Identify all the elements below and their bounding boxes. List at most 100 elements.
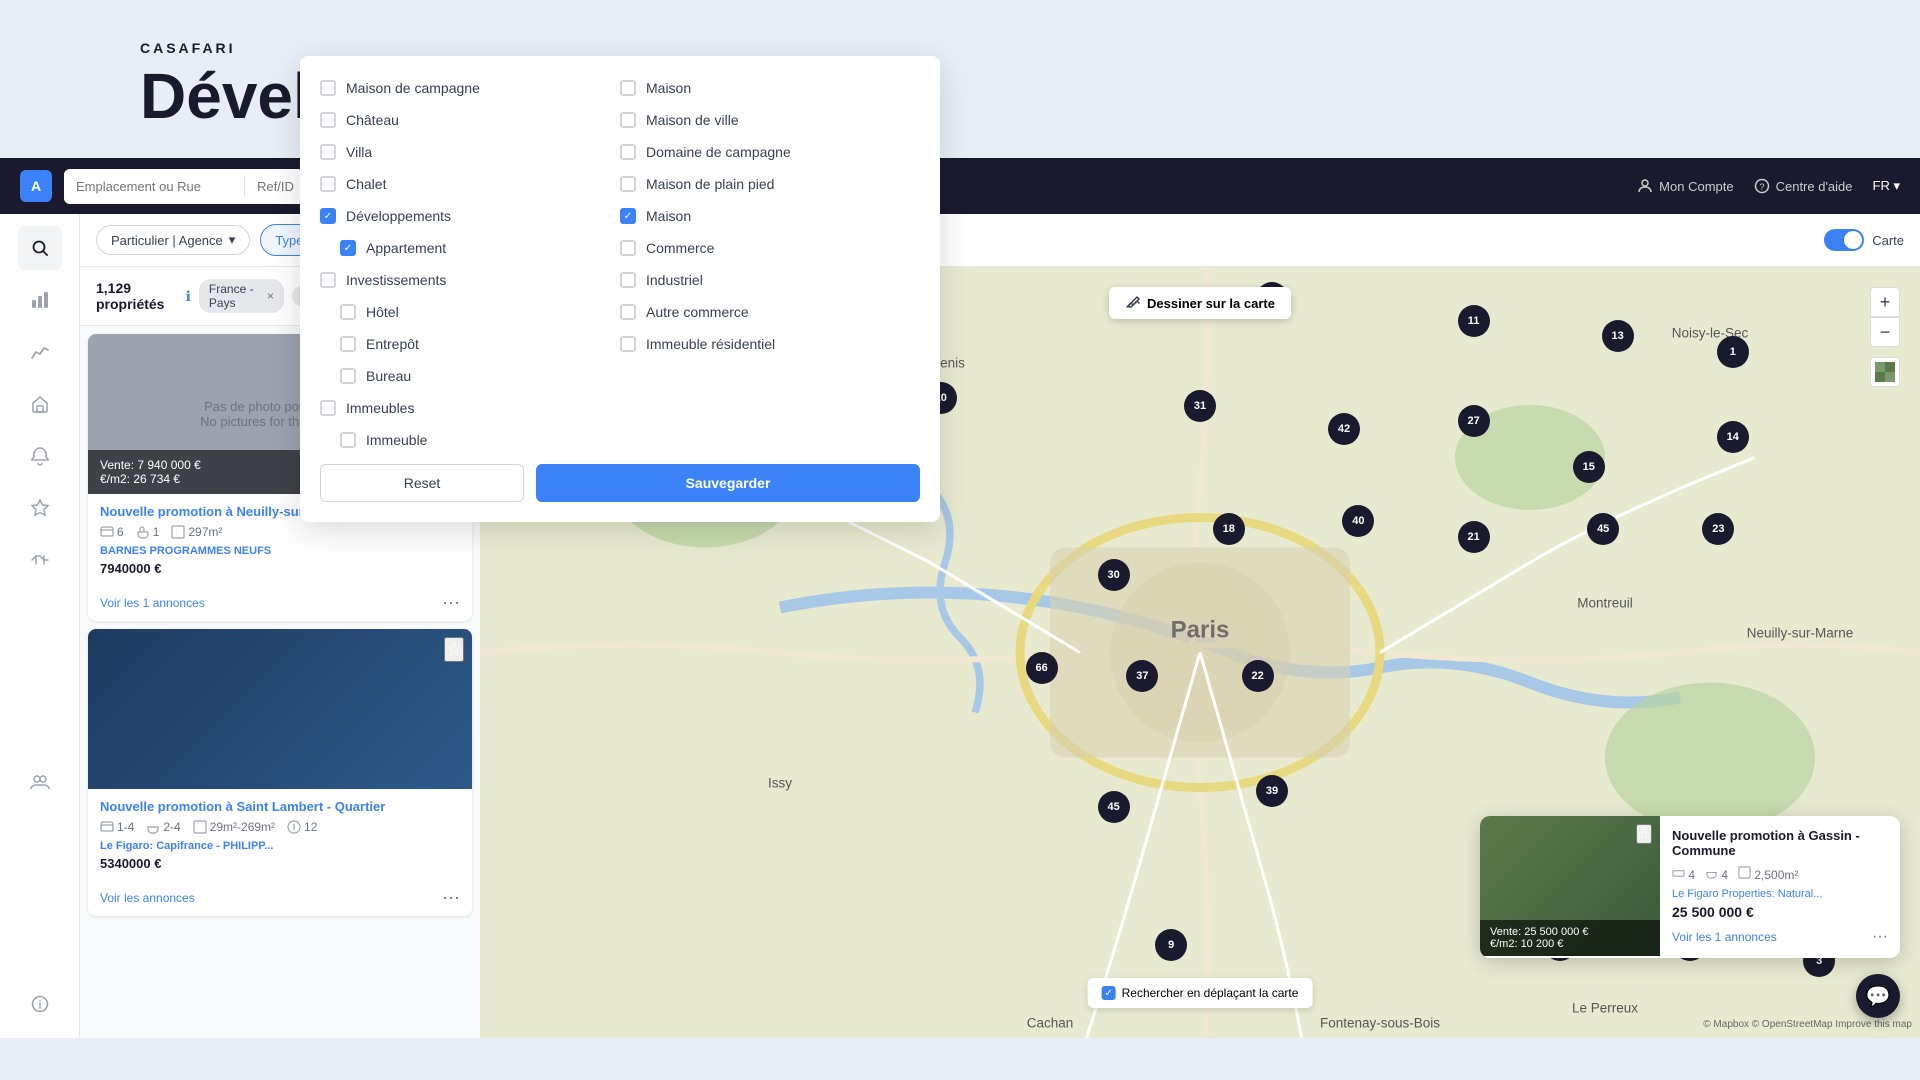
location-search-input[interactable] [64,171,244,202]
map-marker-13[interactable]: 13 [1602,320,1634,352]
sidebar-item-users[interactable] [18,760,62,804]
sidebar-item-handshake[interactable] [18,538,62,582]
svg-text:Cachan: Cachan [1027,1016,1074,1031]
dd-item-immeuble[interactable]: Immeuble [320,428,620,452]
zoom-out-button[interactable]: − [1870,317,1900,347]
draw-on-map-button[interactable]: Dessiner sur la carte [1109,287,1291,319]
help-link[interactable]: ? Centre d'aide [1754,178,1853,194]
dd-checkbox-plain-pied[interactable] [620,176,636,192]
sidebar-item-bell[interactable] [18,434,62,478]
dd-item-plain-pied[interactable]: Maison de plain pied [620,172,920,196]
dd-item-maison-checked[interactable]: ✓ Maison [620,204,920,228]
search-while-moving-checkbox[interactable]: ✓ [1102,986,1116,1000]
dd-checkbox-chateau[interactable] [320,112,336,128]
popup-title[interactable]: Nouvelle promotion à Gassin - Commune [1672,828,1888,858]
dd-item-maison[interactable]: Maison [620,76,920,100]
dd-checkbox-immeubles[interactable] [320,400,336,416]
dd-checkbox-investissements[interactable] [320,272,336,288]
dd-item-villa[interactable]: Villa [320,140,620,164]
dd-item-chateau[interactable]: Château [320,108,620,132]
dd-item-chalet[interactable]: Chalet [320,172,620,196]
dd-checkbox-maison-checked[interactable]: ✓ [620,208,636,224]
map-marker-9[interactable]: 9 [1155,929,1187,961]
map-marker-45b[interactable]: 45 [1098,791,1130,823]
map-marker-40[interactable]: 40 [1342,505,1374,537]
dd-item-investissements[interactable]: Investissements [320,268,620,292]
card-2-link[interactable]: Voir les annonces [100,891,195,905]
dd-checkbox-immeuble-residentiel[interactable] [620,336,636,352]
dropdown-save-button[interactable]: Sauvegarder [536,464,920,502]
dd-item-commerce[interactable]: Commerce [620,236,920,260]
map-marker-31[interactable]: 31 [1184,390,1216,422]
map-marker-66[interactable]: 66 [1026,652,1058,684]
dd-checkbox-hotel[interactable] [340,304,356,320]
dd-item-maison-ville[interactable]: Maison de ville [620,108,920,132]
map-marker-27[interactable]: 27 [1458,405,1490,437]
sidebar-item-star[interactable] [18,486,62,530]
dd-item-hotel[interactable]: Hôtel [320,300,620,324]
map-toggle-switch[interactable] [1824,229,1864,251]
card-1-more-button[interactable]: ··· [442,592,460,613]
popup-link[interactable]: Voir les 1 annonces [1672,930,1777,944]
card-2-more-button[interactable]: ··· [442,887,460,908]
particulier-agence-filter[interactable]: Particulier | Agence ▾ [96,225,250,255]
dd-checkbox-appartement[interactable]: ✓ [340,240,356,256]
card-2-favorite-button[interactable]: ☆ [444,637,464,662]
map-marker-45[interactable]: 45 [1587,513,1619,545]
dd-checkbox-immeuble[interactable] [340,432,356,448]
popup-more-button[interactable]: ··· [1872,928,1888,946]
dd-item-developpements[interactable]: ✓ Développements [320,204,620,228]
results-info-icon[interactable]: ℹ [186,288,191,305]
map-marker-21[interactable]: 21 [1458,521,1490,553]
dd-item-bureau[interactable]: Bureau [320,364,620,388]
map-style-button[interactable] [1870,357,1900,387]
dd-checkbox-industriel[interactable] [620,272,636,288]
dd-item-entrepot[interactable]: Entrepôt [320,332,620,356]
map-marker-14[interactable]: 14 [1717,421,1749,453]
dd-checkbox-autre-commerce[interactable] [620,304,636,320]
dd-checkbox-maison[interactable] [620,80,636,96]
map-marker-18[interactable]: 18 [1213,513,1245,545]
language-selector[interactable]: FR ▾ [1873,178,1900,194]
card-1-meta: 6 1 297m² [100,525,460,539]
card-1-link[interactable]: Voir les 1 annonces [100,596,205,610]
map-marker-11[interactable]: 11 [1458,305,1490,337]
dd-item-appartement[interactable]: ✓ Appartement [320,236,620,260]
dd-item-immeubles[interactable]: Immeubles [320,396,620,420]
sidebar-item-chart[interactable] [18,330,62,374]
dd-item-domaine[interactable]: Domaine de campagne [620,140,920,164]
map-marker-22[interactable]: 22 [1242,660,1274,692]
dd-checkbox-villa[interactable] [320,144,336,160]
sidebar-item-analytics[interactable] [18,278,62,322]
chat-button[interactable]: 💬 [1856,974,1900,1018]
zoom-in-button[interactable]: + [1870,287,1900,317]
sidebar-item-info[interactable] [18,982,62,1026]
map-marker-42[interactable]: 42 [1328,413,1360,445]
dd-item-maison-campagne[interactable]: Maison de campagne [320,76,620,100]
dd-item-autre-commerce[interactable]: Autre commerce [620,300,920,324]
sidebar-item-search[interactable] [18,226,62,270]
map-marker-1[interactable]: 1 [1717,336,1749,368]
dd-item-immeuble-residentiel[interactable]: Immeuble résidentiel [620,332,920,356]
dd-checkbox-developpements[interactable]: ✓ [320,208,336,224]
dropdown-reset-button[interactable]: Reset [320,464,524,502]
dd-checkbox-chalet[interactable] [320,176,336,192]
map-marker-23[interactable]: 23 [1702,513,1734,545]
dd-checkbox-entrepot[interactable] [340,336,356,352]
dd-checkbox-maison-campagne[interactable] [320,80,336,96]
card-2-title[interactable]: Nouvelle promotion à Saint Lambert - Qua… [100,799,460,814]
map-marker-37[interactable]: 37 [1126,660,1158,692]
tag-france-close[interactable]: × [267,289,274,303]
map-marker-30[interactable]: 30 [1098,559,1130,591]
account-link[interactable]: Mon Compte [1637,178,1733,194]
dd-checkbox-bureau[interactable] [340,368,356,384]
sidebar-item-home[interactable] [18,382,62,426]
map-marker-39[interactable]: 39 [1256,775,1288,807]
dd-item-industriel[interactable]: Industriel [620,268,920,292]
dd-checkbox-domaine[interactable] [620,144,636,160]
popup-favorite-button[interactable]: ☆ [1636,824,1652,844]
dd-checkbox-maison-ville[interactable] [620,112,636,128]
map-marker-15[interactable]: 15 [1573,451,1605,483]
dd-checkbox-commerce[interactable] [620,240,636,256]
card-1-baths: 1 [136,525,160,539]
